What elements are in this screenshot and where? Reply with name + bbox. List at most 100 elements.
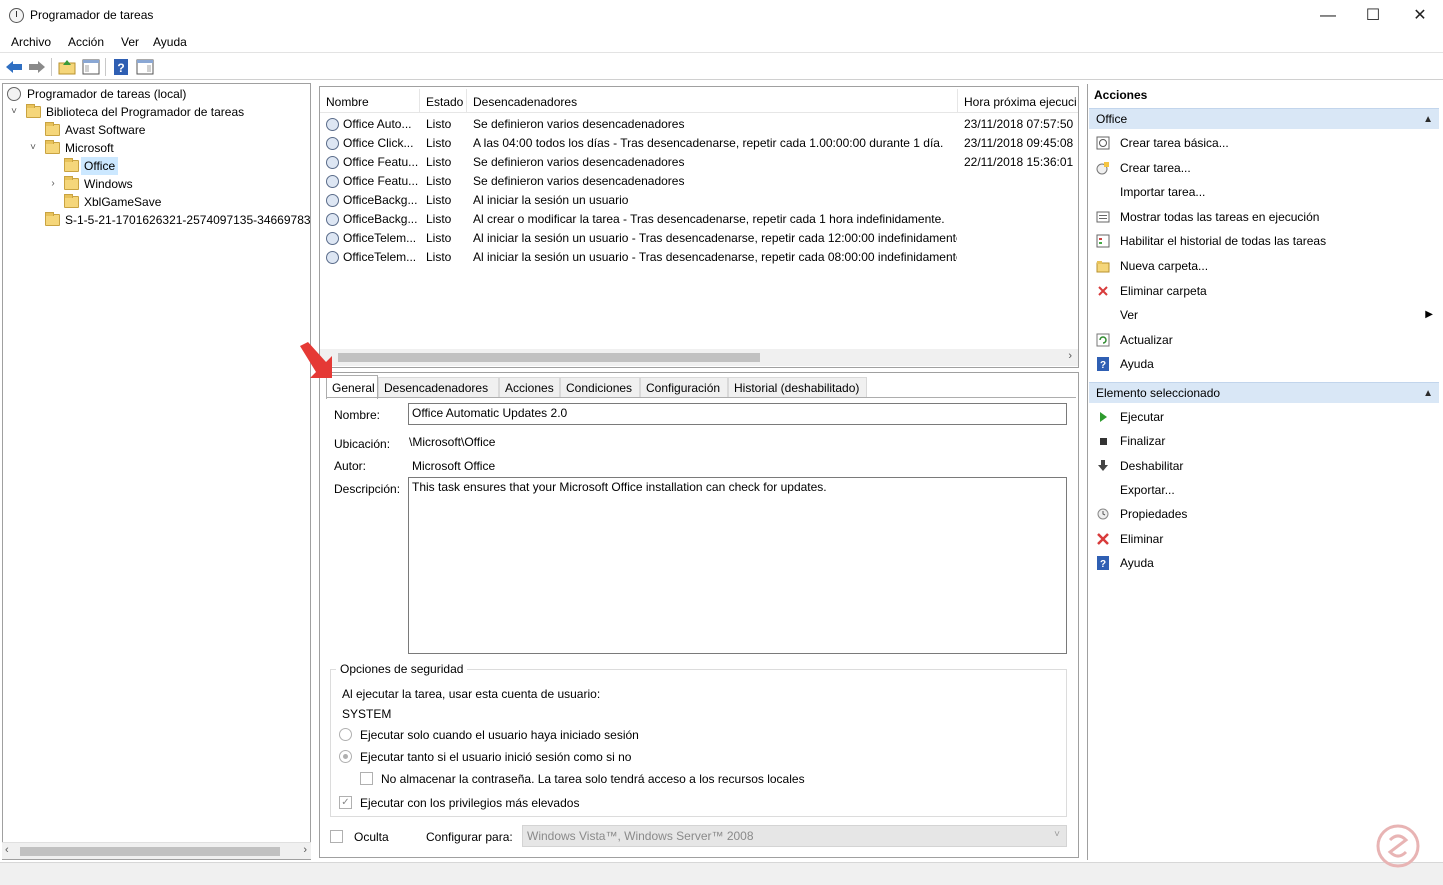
task-row[interactable]: Office Featu... Listo Se definieron varios… [320, 153, 1078, 172]
action-actualizar[interactable]: Actualizar [1089, 329, 1437, 351]
task-row[interactable]: OfficeTelem... Listo Al iniciar la sesión … [320, 248, 1078, 267]
action-label: Ayuda [1120, 357, 1154, 372]
action-crear-tarea[interactable]: Crear tarea... [1089, 157, 1437, 179]
checkbox-no-store-password[interactable] [360, 772, 373, 785]
action-eliminar[interactable]: Eliminar [1089, 528, 1437, 550]
tree-horizontal-scrollbar[interactable]: ‹ › [2, 842, 311, 859]
task-name: OfficeBackg... [343, 193, 418, 207]
action-eliminar-carpeta[interactable]: Eliminar carpeta [1089, 280, 1437, 302]
minimize-button[interactable]: — [1305, 0, 1351, 31]
action-deshabilitar[interactable]: Deshabilitar [1089, 455, 1437, 477]
up-folder-icon[interactable] [57, 57, 77, 77]
location-label: Ubicación: [334, 437, 391, 451]
actions-section-selected[interactable]: Elemento seleccionado ▲ [1089, 382, 1439, 403]
action-label: Deshabilitar [1120, 458, 1184, 473]
action-importar-tarea[interactable]: Importar tarea... [1089, 181, 1437, 203]
tree-label: Biblioteca del Programador de tareas [46, 105, 245, 119]
back-arrow-icon[interactable] [4, 57, 24, 77]
configure-for-select[interactable]: Windows Vista™, Windows Server™ 2008 ˅ [522, 825, 1067, 847]
close-button[interactable]: ✕ [1397, 0, 1443, 31]
tab-desencadenadores[interactable]: Desencadenadores [378, 377, 499, 397]
action-label: Eliminar carpeta [1120, 283, 1207, 298]
action-ayuda[interactable]: ? Ayuda [1089, 353, 1437, 375]
task-row[interactable]: Office Featu... Listo Se definieron varios… [320, 172, 1078, 191]
tree-label: Avast Software [65, 123, 146, 137]
action-crear-tarea-básica[interactable]: Crear tarea básica... [1089, 132, 1437, 154]
tree-label: Microsoft [65, 141, 114, 155]
task-status: Listo [426, 174, 452, 188]
task-row[interactable]: OfficeTelem... Listo Al iniciar la sesión … [320, 229, 1078, 248]
action-habilitar-el-historial-de-todas-las-tareas[interactable]: Habilitar el historial de todas las tare… [1089, 230, 1437, 252]
actions-section-office[interactable]: Office ▲ [1089, 108, 1439, 129]
radio-run-logged-on-label[interactable]: Ejecutar solo cuando el usuario haya ini… [360, 728, 639, 742]
task-list-horizontal-scrollbar[interactable]: › [320, 349, 1078, 366]
task-name: Office Click... [343, 136, 414, 150]
chevron-up-icon[interactable]: ▲ [1423, 109, 1433, 130]
name-label: Nombre: [334, 408, 381, 422]
action-finalizar[interactable]: Finalizar [1089, 430, 1437, 452]
column-header-nombre[interactable]: Nombre [320, 89, 420, 113]
chevron-down-icon[interactable]: ˅ [9, 103, 19, 121]
checkbox-highest-privileges[interactable]: ✓ [339, 796, 352, 809]
description-field[interactable]: This task ensures that your Microsoft Of… [408, 477, 1067, 654]
task-next-run: 22/11/2018 15:36:01 [964, 155, 1074, 169]
task-next-run: 23/11/2018 07:57:50 [964, 117, 1074, 131]
column-header-estado[interactable]: Estado [420, 89, 467, 113]
column-header-hora[interactable]: Hora próxima ejecuci [958, 89, 1078, 113]
scrollbar-thumb[interactable] [338, 353, 760, 362]
action-nueva-carpeta[interactable]: Nueva carpeta... [1089, 255, 1437, 277]
chevron-down-icon[interactable]: ˅ [28, 139, 38, 157]
task-trigger: Se definieron varios desencadenadores [473, 174, 685, 188]
actions-pane: Acciones Office ▲ Crear tarea básica... C… [1087, 84, 1440, 860]
tab-configuracion[interactable]: Configuración [640, 377, 728, 397]
column-header-desencadenadores[interactable]: Desencadenadores [467, 89, 958, 113]
task-row[interactable]: Office Click... Listo A las 04:00 todos lo… [320, 134, 1078, 153]
chevron-right-icon[interactable]: › [48, 175, 58, 193]
tree-label: XblGameSave [84, 195, 162, 209]
scroll-right-icon[interactable]: › [1068, 350, 1072, 362]
radio-run-whether-logged[interactable] [339, 750, 352, 763]
no-store-password-label[interactable]: No almacenar la contraseña. La tarea sol… [381, 772, 805, 786]
menu-ayuda[interactable]: Ayuda [153, 35, 187, 49]
menu-archivo[interactable]: Archivo [11, 35, 51, 49]
menu-ver[interactable]: Ver [121, 35, 139, 49]
scroll-left-icon[interactable]: ‹ [5, 844, 9, 856]
window-title: Programador de tareas [30, 8, 154, 22]
task-row[interactable]: Office Auto... Listo Se definieron varios … [320, 115, 1078, 134]
action-mostrar-todas-las-tareas-en-ejecución[interactable]: Mostrar todas las tareas en ejecución [1089, 206, 1437, 228]
help-icon[interactable]: ? [111, 57, 131, 77]
tab-acciones[interactable]: Acciones [499, 377, 560, 397]
action-exportar[interactable]: Exportar... [1089, 479, 1437, 501]
radio-run-whether-logged-label[interactable]: Ejecutar tanto si el usuario inició sesi… [360, 750, 631, 764]
properties-icon [1096, 507, 1110, 521]
task-name: Office Featu... [343, 174, 419, 188]
task-row[interactable]: OfficeBackg... Listo Al iniciar la sesión … [320, 191, 1078, 210]
scrollbar-thumb[interactable] [20, 847, 280, 856]
task-status: Listo [426, 231, 452, 245]
title-bar: Programador de tareas — ☐ ✕ [0, 0, 1443, 31]
task-trigger: A las 04:00 todos los días - Tras desenc… [473, 136, 944, 150]
action-ejecutar[interactable]: Ejecutar [1089, 406, 1437, 428]
hidden-label[interactable]: Oculta [354, 830, 389, 844]
scroll-right-icon[interactable]: › [303, 844, 307, 856]
maximize-button[interactable]: ☐ [1350, 0, 1396, 31]
chevron-up-icon[interactable]: ▲ [1423, 383, 1433, 404]
action-propiedades[interactable]: Propiedades [1089, 503, 1437, 525]
name-field[interactable]: Office Automatic Updates 2.0 [408, 403, 1067, 425]
show-hide-tree-icon[interactable] [81, 57, 101, 77]
menu-accion[interactable]: Acción [68, 35, 104, 49]
configure-for-value: Windows Vista™, Windows Server™ 2008 [527, 829, 754, 843]
forward-arrow-icon[interactable] [27, 57, 47, 77]
action-ayuda[interactable]: ? Ayuda [1089, 552, 1437, 574]
description-label: Descripción: [334, 482, 401, 496]
show-action-pane-icon[interactable] [135, 57, 155, 77]
action-ver[interactable]: Ver ▶ [1089, 304, 1437, 326]
checkbox-hidden[interactable] [330, 830, 343, 843]
tab-historial[interactable]: Historial (deshabilitado) [728, 377, 867, 397]
folder-icon [64, 158, 79, 172]
radio-run-logged-on[interactable] [339, 728, 352, 741]
task-clock-icon [326, 213, 339, 226]
tab-condiciones[interactable]: Condiciones [560, 377, 640, 397]
highest-privileges-label[interactable]: Ejecutar con los privilegios más elevado… [360, 796, 579, 810]
task-row[interactable]: OfficeBackg... Listo Al crear o modificar … [320, 210, 1078, 229]
